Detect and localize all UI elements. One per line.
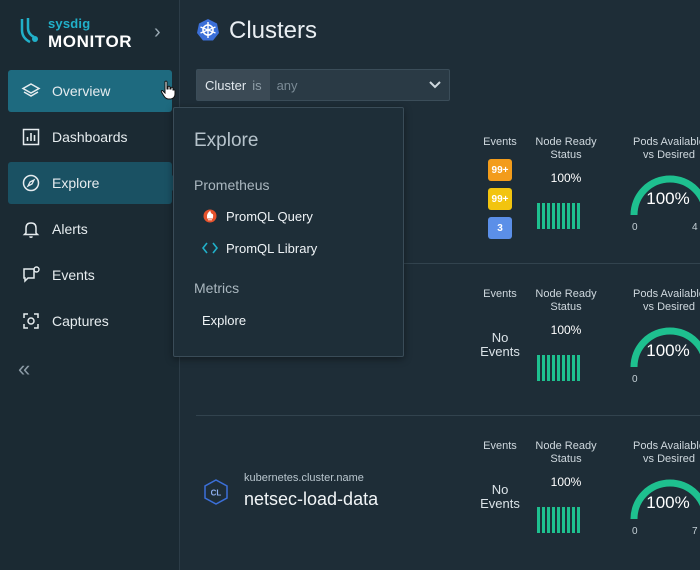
sysdig-logo-icon: [20, 18, 38, 44]
pods-header: Pods Available vs Desired: [624, 136, 700, 162]
capture-icon: [20, 310, 42, 332]
pods-header-line1: Pods Available: [633, 440, 700, 452]
events-header: Events: [483, 136, 517, 148]
sidebar-item-events[interactable]: Events: [8, 254, 172, 296]
menu-item-promql-query[interactable]: PromQL Query: [202, 206, 313, 226]
cluster-filter[interactable]: Cluster is any: [196, 69, 450, 101]
pods-gauge-value: 100%: [646, 493, 690, 512]
no-events-line1: No: [491, 330, 509, 345]
bell-icon: [20, 218, 42, 240]
sidebar-item-dashboards[interactable]: Dashboards: [8, 116, 172, 158]
event-count-badge[interactable]: 99+: [488, 188, 512, 210]
prometheus-icon: [202, 208, 218, 224]
node-ready-value: 100%: [550, 171, 582, 185]
sidebar-item-explore[interactable]: Explore: [8, 162, 180, 204]
sidebar: sysdig MONITOR › Overview Dashboards Exp…: [0, 0, 180, 570]
node-ready-header-line2: Status: [550, 149, 582, 161]
brand-sub: sysdig: [48, 16, 91, 31]
no-events-text: No Events: [478, 331, 522, 359]
node-ready-value: 100%: [550, 475, 582, 489]
flyout-section-prometheus: Prometheus: [194, 177, 270, 193]
bar-chart-icon: [20, 126, 42, 148]
sidebar-item-label: Dashboards: [52, 129, 128, 145]
pods-gauge-min: 0: [632, 526, 638, 537]
filter-key: Cluster is: [197, 70, 270, 100]
no-events-line1: No: [491, 482, 509, 497]
events-header: Events: [483, 288, 517, 300]
pods-header-line2: vs Desired: [643, 453, 695, 465]
expand-chevron-icon[interactable]: ›: [154, 22, 168, 42]
node-ready-header-line1: Node Ready: [535, 288, 597, 300]
pods-gauge-max: 4: [692, 222, 698, 233]
event-count-badge[interactable]: 99+: [488, 159, 512, 181]
flyout-section-metrics: Metrics: [194, 280, 240, 296]
node-ready-header: Node Ready Status: [530, 288, 602, 314]
no-events-text: No Events: [478, 483, 522, 511]
cluster-hexagon-icon: CL: [204, 479, 228, 505]
page-title: Clusters: [229, 17, 318, 44]
pods-gauge-value: 100%: [646, 189, 690, 208]
pods-gauge-min: 0: [632, 222, 638, 233]
filter-key-label: Cluster: [205, 77, 247, 93]
sidebar-item-label: Explore: [52, 175, 100, 191]
filter-operator: is: [252, 77, 262, 93]
pods-header-line2: vs Desired: [643, 301, 695, 313]
events-header: Events: [483, 440, 517, 452]
explore-flyout-menu: Explore Prometheus PromQL Query PromQL L…: [173, 107, 404, 357]
node-ready-header-line2: Status: [550, 453, 582, 465]
cluster-key: kubernetes.cluster.name: [244, 472, 364, 484]
node-ready-bars: [537, 507, 581, 533]
pods-header-line2: vs Desired: [643, 149, 695, 161]
node-ready-header: Node Ready Status: [530, 440, 602, 466]
node-ready-bars: [537, 355, 581, 381]
cluster-row[interactable]: CL kubernetes.cluster.name netsec-load-d…: [196, 416, 700, 568]
menu-item-label: Explore: [202, 312, 247, 328]
menu-item-label: PromQL Library: [226, 240, 318, 256]
node-ready-value: 100%: [550, 323, 582, 337]
menu-item-label: PromQL Query: [226, 208, 313, 224]
sidebar-item-label: Alerts: [52, 221, 88, 237]
brand-main: MONITOR: [48, 32, 133, 51]
node-ready-header: Node Ready Status: [530, 136, 602, 162]
sidebar-item-label: Overview: [52, 83, 111, 99]
pods-gauge-max: 7: [692, 526, 698, 537]
no-events-line2: Events: [480, 344, 520, 359]
menu-item-promql-library[interactable]: PromQL Library: [202, 238, 317, 258]
cluster-icon-text: CL: [211, 489, 222, 498]
compass-icon: [20, 172, 42, 194]
node-ready-header-line2: Status: [550, 301, 582, 313]
event-count-badge[interactable]: 3: [488, 217, 512, 239]
brand[interactable]: sysdig MONITOR ›: [16, 14, 176, 58]
layers-icon: [20, 80, 42, 102]
filter-value[interactable]: any: [270, 78, 421, 93]
sidebar-item-overview[interactable]: Overview: [8, 70, 172, 112]
node-ready-header-line1: Node Ready: [535, 136, 597, 148]
pods-header: Pods Available vs Desired: [624, 288, 700, 314]
pods-header-line1: Pods Available: [633, 136, 700, 148]
chat-bubble-icon: [20, 264, 42, 286]
code-brackets-icon: [202, 240, 218, 256]
sidebar-item-label: Captures: [52, 313, 109, 329]
cluster-name[interactable]: netsec-load-data: [244, 489, 378, 510]
collapse-sidebar-icon[interactable]: «: [18, 356, 30, 382]
node-ready-bars: [537, 203, 581, 229]
sidebar-item-captures[interactable]: Captures: [8, 300, 172, 342]
pods-gauge-value: 100%: [646, 341, 690, 360]
pods-header-line1: Pods Available: [633, 288, 700, 300]
chevron-down-icon[interactable]: [421, 70, 449, 100]
kubernetes-icon: [197, 19, 219, 41]
pods-header: Pods Available vs Desired: [624, 440, 700, 466]
pods-gauge-min: 0: [632, 374, 638, 385]
hand-cursor-icon: [160, 80, 176, 100]
no-events-line2: Events: [480, 496, 520, 511]
flyout-title: Explore: [194, 130, 259, 151]
sidebar-item-label: Events: [52, 267, 95, 283]
node-ready-header-line1: Node Ready: [535, 440, 597, 452]
menu-item-metrics-explore[interactable]: Explore: [202, 310, 246, 330]
sidebar-item-alerts[interactable]: Alerts: [8, 208, 172, 250]
